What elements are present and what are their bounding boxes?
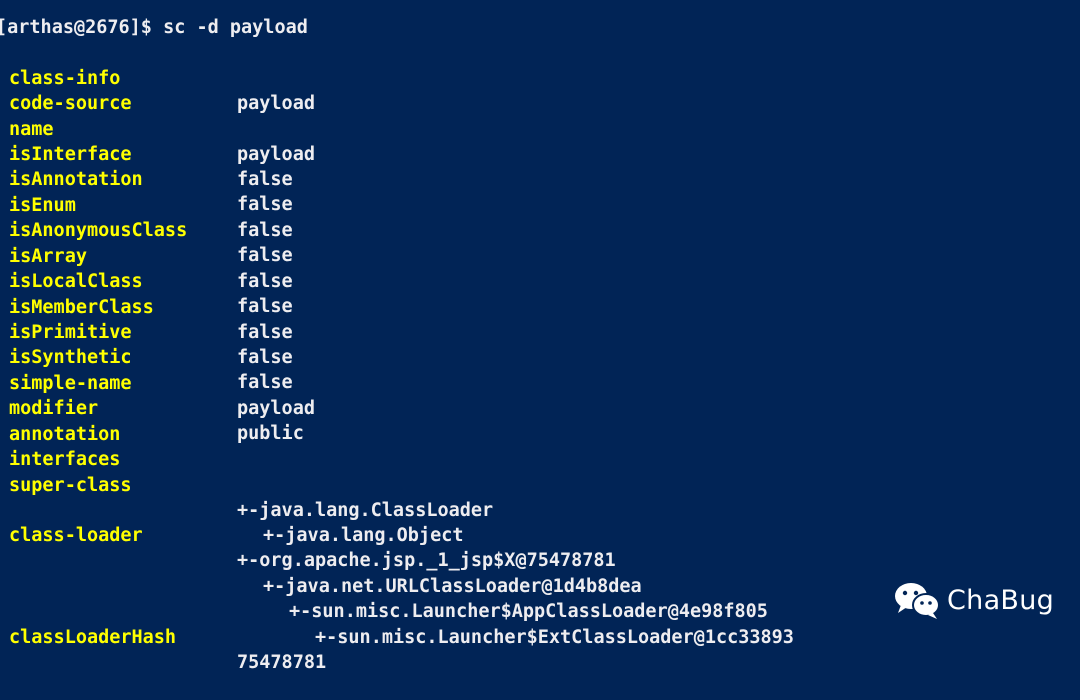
row-class-info: class-info payload (0, 41, 1080, 114)
wechat-icon (895, 583, 940, 619)
row-ismemberclass: isMemberClass false (0, 270, 1080, 343)
row-class-loader-parent-2: +-sun.misc.Launcher$AppClassLoader@4e98f… (0, 549, 1080, 622)
row-name: name payload (0, 92, 1080, 165)
row-isarray: isArray false (0, 219, 1080, 292)
terminal-window[interactable]: [arthas@2676]$ sc -d payload class-info … (0, 0, 1080, 673)
command-line: [arthas@2676]$ sc -d payload (0, 17, 308, 38)
row-isinterface: isInterface false (0, 117, 1080, 190)
row-simple-name: simple-name payload (0, 346, 1080, 419)
row-class-loader: class-loader +-org.apache.jsp._1_jsp$X@7… (0, 498, 1080, 571)
row-islocalclass: isLocalClass false (0, 244, 1080, 317)
row-interfaces: interfaces (0, 422, 1080, 470)
row-annotation: annotation (0, 397, 1080, 445)
row-class-loader-parent-1: +-java.net.URLClassLoader@1d4b8dea (0, 524, 1080, 597)
row-value: 75478781 (237, 652, 327, 673)
row-value: +-sun.misc.Launcher$ExtClassLoader@1cc33… (315, 627, 794, 648)
row-super-class-parent: +-java.lang.Object (0, 473, 1080, 546)
row-super-class: super-class +-java.lang.ClassLoader (0, 448, 1080, 521)
row-isanonymousclass: isAnonymousClass false (0, 193, 1080, 266)
row-modifier: modifier public (0, 371, 1080, 444)
row-issynthetic: isSynthetic false (0, 320, 1080, 393)
row-isenum: isEnum false (0, 168, 1080, 241)
watermark-text: ChaBug (947, 584, 1055, 616)
row-code-source: code-source (0, 66, 1080, 114)
row-isannotation: isAnnotation false (0, 142, 1080, 215)
chabug-watermark: ChaBug (893, 578, 1054, 622)
row-isprimitive: isPrimitive false (0, 295, 1080, 368)
row-key: classLoaderHash (9, 627, 177, 648)
